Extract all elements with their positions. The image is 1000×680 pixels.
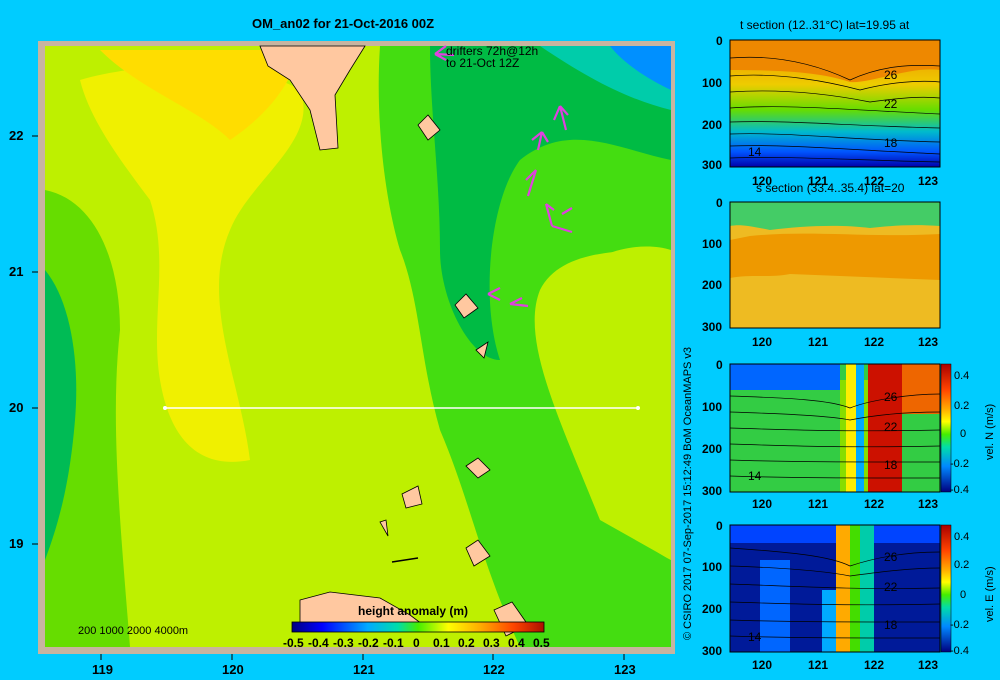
t-section-panel — [729, 39, 941, 168]
x-ticks-panel-2: 120 121 122 123 — [752, 335, 952, 351]
x-tick: 121 — [808, 335, 829, 349]
lon-tick-121: 121 — [353, 662, 375, 677]
x-tick: 123 — [918, 174, 939, 188]
vel-n-section-panel — [729, 363, 952, 493]
y-tick: 0 — [716, 34, 723, 48]
y-tick: 300 — [702, 320, 723, 334]
t-section-title: t section (12..31°C) lat=19.95 at — [740, 18, 910, 32]
x-tick: 121 — [808, 658, 829, 672]
x-tick: 123 — [918, 497, 939, 511]
lon-tick-122: 122 — [483, 662, 505, 677]
y-tick: 100 — [702, 560, 723, 574]
vcb-tick: 0.4 — [954, 370, 970, 382]
y-tick: 100 — [702, 400, 723, 414]
vcb-tick: 0.2 — [954, 559, 970, 571]
cb-tick: -0.3 — [333, 636, 354, 650]
x-tick: 122 — [864, 497, 885, 511]
cb-tick: -0.4 — [308, 636, 329, 650]
x-tick: 121 — [808, 497, 829, 511]
x-ticks-panel-1: 120 121 122 123 — [752, 174, 952, 190]
vcb-tick: -0.4 — [950, 484, 969, 496]
y-tick: 300 — [702, 644, 723, 658]
y-tick: 100 — [702, 237, 723, 251]
colorbar-tick-labels: -0.5 -0.4 -0.3 -0.2 -0.1 0 0.1 0.2 0.3 0… — [283, 636, 553, 652]
y-tick: 0 — [716, 196, 723, 210]
y-tick: 200 — [702, 442, 723, 456]
vcb-tick: 0 — [960, 589, 967, 601]
drifters-label-2: to 21-Oct 12Z — [446, 56, 520, 70]
colorbar-title: height anomaly (m) — [358, 604, 469, 618]
cb-tick: 0.4 — [508, 636, 525, 650]
lon-tick-123: 123 — [614, 662, 636, 677]
depth-legend: 200 1000 2000 4000m — [78, 625, 189, 637]
y-tick: 0 — [716, 519, 723, 533]
y-tick: 0 — [716, 358, 723, 372]
contour-label: 22 — [884, 580, 898, 594]
section-end — [636, 406, 640, 410]
lon-tick-119: 119 — [92, 662, 113, 677]
s-section-panel — [729, 201, 941, 329]
x-tick: 120 — [752, 174, 773, 188]
contour-label: 26 — [884, 390, 898, 404]
y-tick: 300 — [702, 484, 723, 498]
lat-tick-20: 20 — [9, 400, 24, 415]
contour-label: 18 — [884, 136, 898, 150]
cb-tick: 0.2 — [458, 636, 475, 650]
vel-e-section-panel — [729, 524, 952, 653]
contour-label: 26 — [884, 550, 898, 564]
vcb-tick: -0.2 — [950, 458, 969, 470]
y-tick: 200 — [702, 602, 723, 616]
y-tick: 300 — [702, 158, 723, 172]
x-ticks-panel-4: 120 121 122 123 — [752, 658, 952, 674]
x-tick: 122 — [864, 174, 885, 188]
vcb-tick: 0.2 — [954, 400, 970, 412]
lat-tick-21: 21 — [9, 264, 24, 279]
y-tick: 100 — [702, 76, 723, 90]
x-tick: 120 — [752, 658, 773, 672]
cb-tick: 0.1 — [433, 636, 450, 650]
cb-tick: -0.1 — [383, 636, 404, 650]
vel-e-label: vel. E (m/s) — [984, 566, 996, 622]
contour-label: 14 — [748, 469, 762, 483]
contour-label: 18 — [884, 458, 898, 472]
lat-tick-19: 19 — [9, 536, 24, 551]
lat-tick-22: 22 — [9, 128, 24, 143]
vcb-tick: -0.4 — [950, 645, 969, 657]
x-tick: 123 — [918, 335, 939, 349]
cb-tick: 0.5 — [533, 636, 550, 650]
cb-tick: -0.5 — [283, 636, 304, 650]
y-tick: 200 — [702, 278, 723, 292]
height-anomaly-map — [32, 41, 675, 660]
x-tick: 120 — [752, 497, 773, 511]
contour-label: 22 — [884, 420, 898, 434]
vel-n-label: vel. N (m/s) — [984, 403, 996, 460]
contour-label: 18 — [884, 618, 898, 632]
contour-label: 22 — [884, 97, 898, 111]
section-start — [163, 406, 167, 410]
cb-tick: -0.2 — [358, 636, 379, 650]
x-tick: 121 — [808, 174, 829, 188]
x-ticks-panel-3: 120 121 122 123 — [752, 497, 952, 513]
contour-label: 26 — [884, 68, 898, 82]
contour-label: 14 — [748, 630, 762, 644]
cb-tick: 0 — [413, 636, 420, 650]
y-tick: 200 — [702, 118, 723, 132]
vcb-tick: 0 — [960, 428, 967, 440]
vcb-tick: -0.2 — [950, 619, 969, 631]
x-tick: 123 — [918, 658, 939, 672]
x-tick: 120 — [752, 335, 773, 349]
contour-label: 14 — [748, 145, 762, 159]
vcb-tick: 0.4 — [954, 531, 970, 543]
lon-tick-120: 120 — [222, 662, 244, 677]
cb-tick: 0.3 — [483, 636, 500, 650]
height-colorbar — [291, 621, 545, 633]
x-tick: 122 — [864, 335, 885, 349]
x-tick: 122 — [864, 658, 885, 672]
